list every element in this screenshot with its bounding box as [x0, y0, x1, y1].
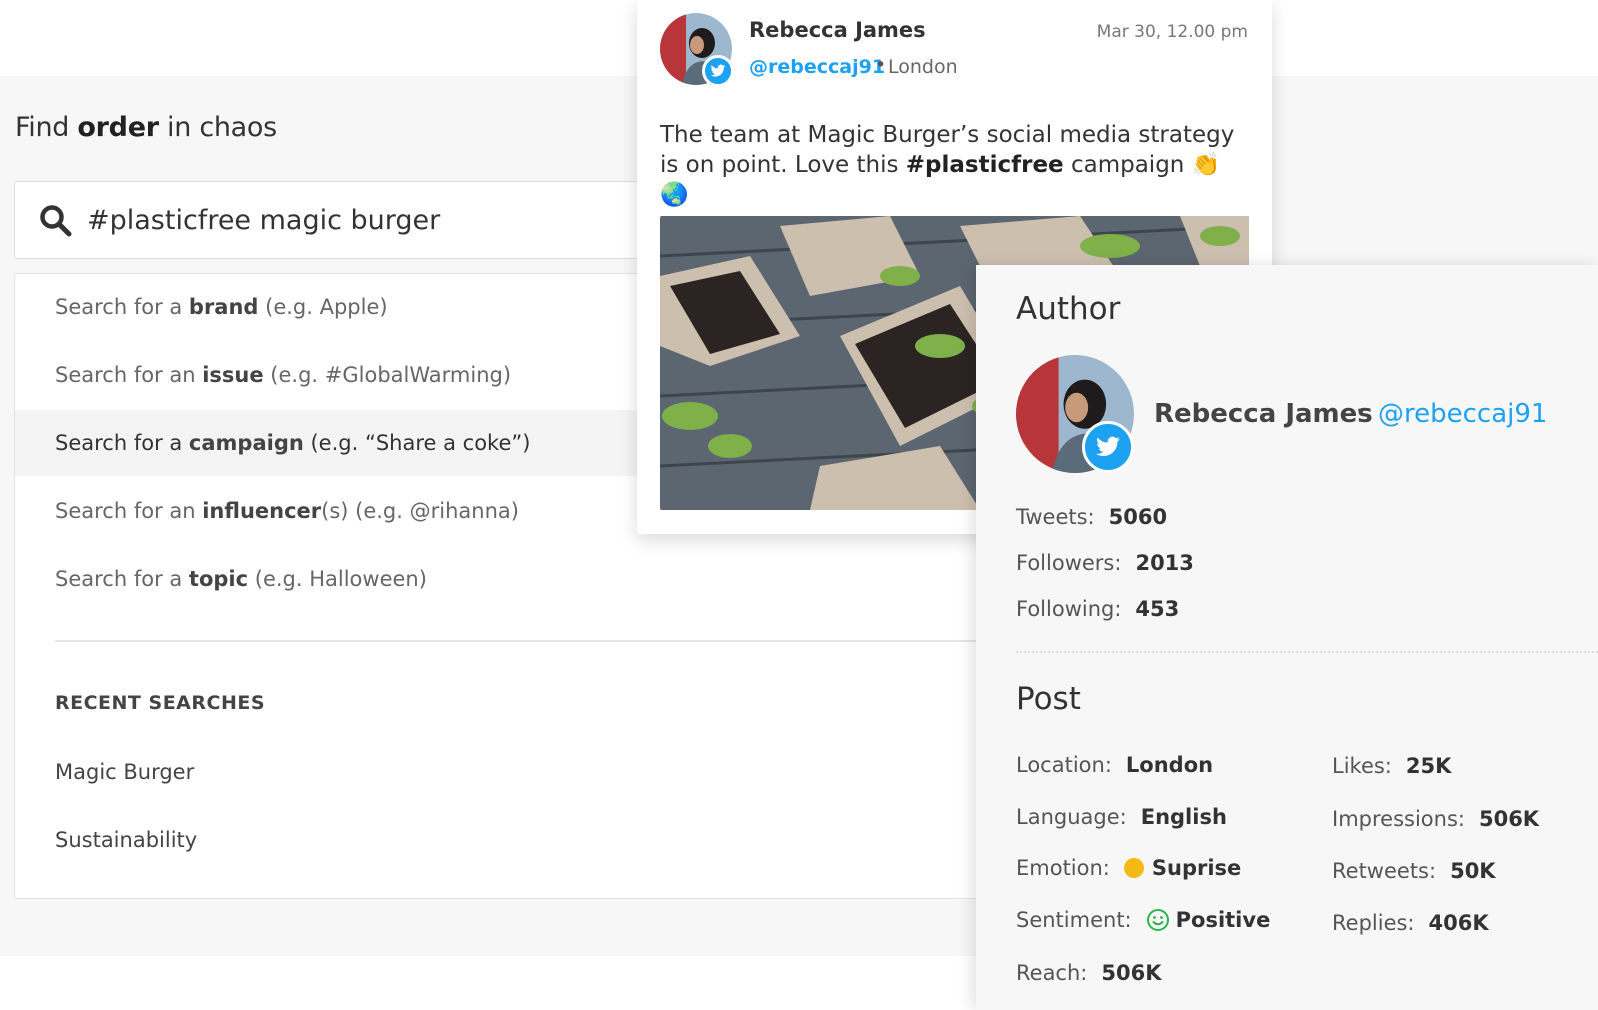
tagline: Find order in chaos: [15, 112, 277, 143]
post-replies: Replies: 406K: [1332, 911, 1489, 935]
post-language: Language: English: [1016, 805, 1227, 829]
author-section-title: Author: [1016, 291, 1121, 327]
tweet-author-handle[interactable]: @rebeccaj91: [749, 56, 885, 78]
stat-followers: Followers: 2013: [1016, 551, 1194, 575]
tweet-location: London: [888, 56, 958, 78]
suggestion-topic[interactable]: Search for a topic (e.g. Halloween): [15, 546, 1015, 612]
post-impressions: Impressions: 506K: [1332, 807, 1540, 831]
section-divider: [1016, 651, 1598, 653]
post-sentiment: Sentiment: Positive: [1016, 908, 1271, 932]
tweet-text: The team at Magic Burger’s social media …: [660, 122, 1235, 208]
hashtag-link[interactable]: #plasticfree: [906, 152, 1064, 178]
smiley-icon: [1146, 909, 1169, 931]
author-details-panel: Author Rebecca James · @rebeccaj91 Tweet…: [976, 265, 1598, 1010]
separator-dot: •: [875, 54, 887, 76]
twitter-badge: [1082, 421, 1134, 473]
author-handle[interactable]: @rebeccaj91: [1378, 399, 1547, 429]
post-reach: Reach: 506K: [1016, 961, 1162, 985]
avatar: [660, 13, 734, 87]
post-section-title: Post: [1016, 681, 1081, 717]
search-box[interactable]: [14, 181, 674, 259]
stat-tweets: Tweets: 5060: [1016, 505, 1168, 529]
divider: [55, 640, 995, 642]
author-name[interactable]: Rebecca James: [1154, 399, 1373, 429]
recent-searches-heading: RECENT SEARCHES: [55, 692, 266, 714]
recent-search-item[interactable]: Magic Burger: [55, 760, 194, 784]
separator-dot: ·: [1356, 399, 1363, 424]
stat-following: Following: 453: [1016, 597, 1180, 621]
twitter-badge: [702, 55, 734, 87]
post-location: Location: London: [1016, 753, 1214, 777]
post-likes: Likes: 25K: [1332, 754, 1452, 778]
author-avatar: [1016, 355, 1134, 473]
search-icon[interactable]: [39, 204, 73, 238]
recent-search-item[interactable]: Sustainability: [55, 828, 197, 852]
post-retweets: Retweets: 50K: [1332, 859, 1496, 883]
search-input[interactable]: [87, 196, 647, 244]
tweet-author-name[interactable]: Rebecca James: [749, 18, 926, 42]
emotion-indicator-dot: [1123, 858, 1144, 878]
twitter-bird-icon: [1096, 436, 1120, 456]
post-emotion: Emotion: Suprise: [1016, 856, 1242, 880]
twitter-bird-icon: [710, 64, 726, 77]
tweet-date: Mar 30, 12.00 pm: [1096, 22, 1248, 42]
